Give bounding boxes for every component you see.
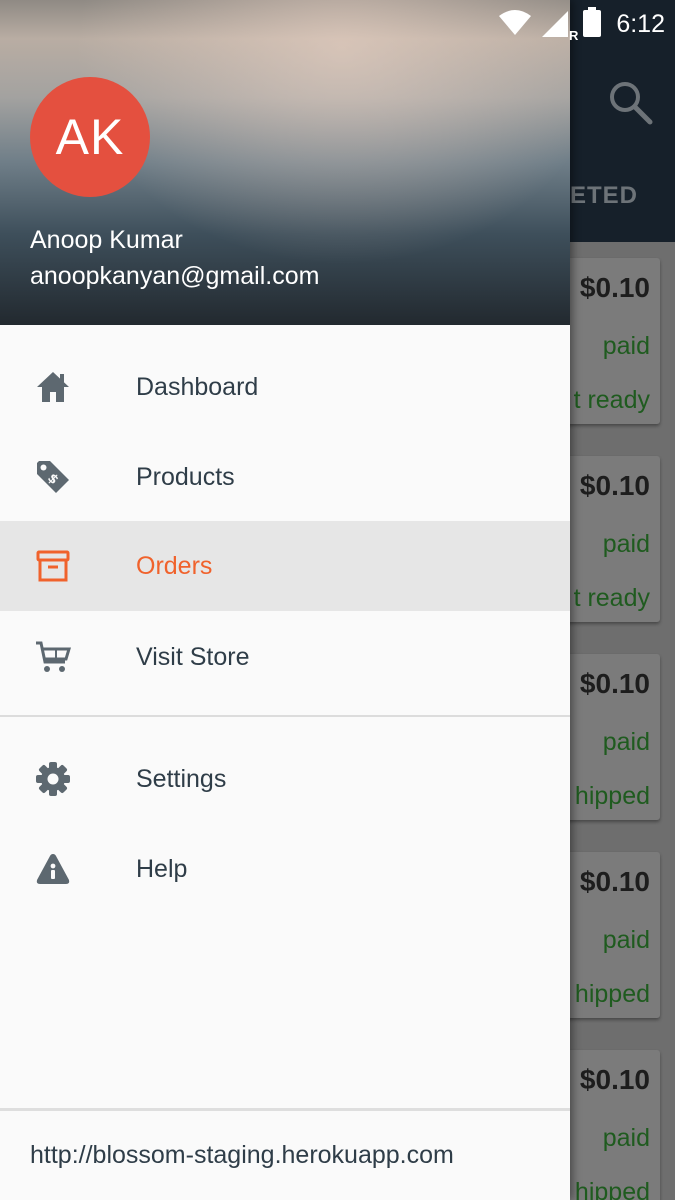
menu-item-help[interactable]: Help (0, 824, 570, 914)
order-price: $0.10 (579, 272, 650, 303)
order-card[interactable]: $0.10 paid hipped (560, 654, 660, 820)
order-price: $0.10 (579, 1064, 650, 1095)
menu-item-visit-store[interactable]: Visit Store (0, 612, 570, 702)
order-payment-status: paid (602, 530, 650, 558)
user-email: anoopkanyan@gmail.com (30, 262, 320, 290)
menu-item-label: Products (136, 462, 235, 491)
avatar[interactable]: AK (30, 77, 150, 197)
menu-item-label: Dashboard (136, 372, 259, 401)
order-card[interactable]: $0.10 paid t ready (560, 456, 660, 622)
drawer-footer: http://blossom-staging.herokuapp.com (0, 1108, 570, 1200)
wifi-icon (498, 8, 532, 41)
cart-icon (34, 638, 72, 676)
search-icon[interactable] (606, 78, 654, 126)
order-card[interactable]: $0.10 paid hipped (560, 1050, 660, 1200)
store-url-link[interactable]: http://blossom-staging.herokuapp.com (30, 1141, 454, 1170)
order-card[interactable]: $0.10 paid hipped (560, 852, 660, 1018)
order-payment-status: paid (602, 728, 650, 756)
order-price: $0.10 (579, 668, 650, 699)
order-fulfillment-status: hipped (574, 980, 650, 1008)
menu-item-label: Help (136, 854, 188, 883)
status-time: 6:12 (616, 9, 665, 38)
menu-item-orders[interactable]: Orders (0, 521, 570, 611)
order-fulfillment-status: t ready (573, 386, 650, 414)
order-fulfillment-status: t ready (573, 584, 650, 612)
navigation-drawer: AK Anoop Kumar anoopkanyan@gmail.com Das… (0, 0, 570, 1200)
menu-item-label: Visit Store (136, 642, 250, 671)
order-card[interactable]: $0.10 paid t ready (560, 258, 660, 424)
tag-icon: $ (34, 458, 72, 496)
info-icon (34, 850, 72, 888)
order-fulfillment-status: hipped (574, 782, 650, 810)
menu-item-label: Settings (136, 764, 227, 793)
order-fulfillment-status: hipped (574, 1178, 650, 1200)
gear-icon (34, 760, 72, 798)
roaming-indicator: R (568, 28, 579, 43)
menu-item-products[interactable]: $ Products (0, 432, 570, 522)
order-price: $0.10 (579, 470, 650, 501)
menu-item-settings[interactable]: Settings (0, 734, 570, 824)
drawer-header: AK Anoop Kumar anoopkanyan@gmail.com (0, 0, 570, 325)
battery-icon (582, 6, 602, 42)
menu-item-dashboard[interactable]: Dashboard (0, 342, 570, 432)
order-payment-status: paid (602, 332, 650, 360)
menu-item-label: Orders (136, 551, 213, 580)
signal-icon: R (540, 9, 578, 43)
box-icon (34, 547, 72, 585)
order-payment-status: paid (602, 926, 650, 954)
home-icon (34, 368, 72, 406)
menu-divider (0, 715, 570, 717)
status-bar: R 6:12 (0, 0, 675, 48)
order-payment-status: paid (602, 1124, 650, 1152)
order-price: $0.10 (579, 866, 650, 897)
user-name: Anoop Kumar (30, 226, 183, 254)
